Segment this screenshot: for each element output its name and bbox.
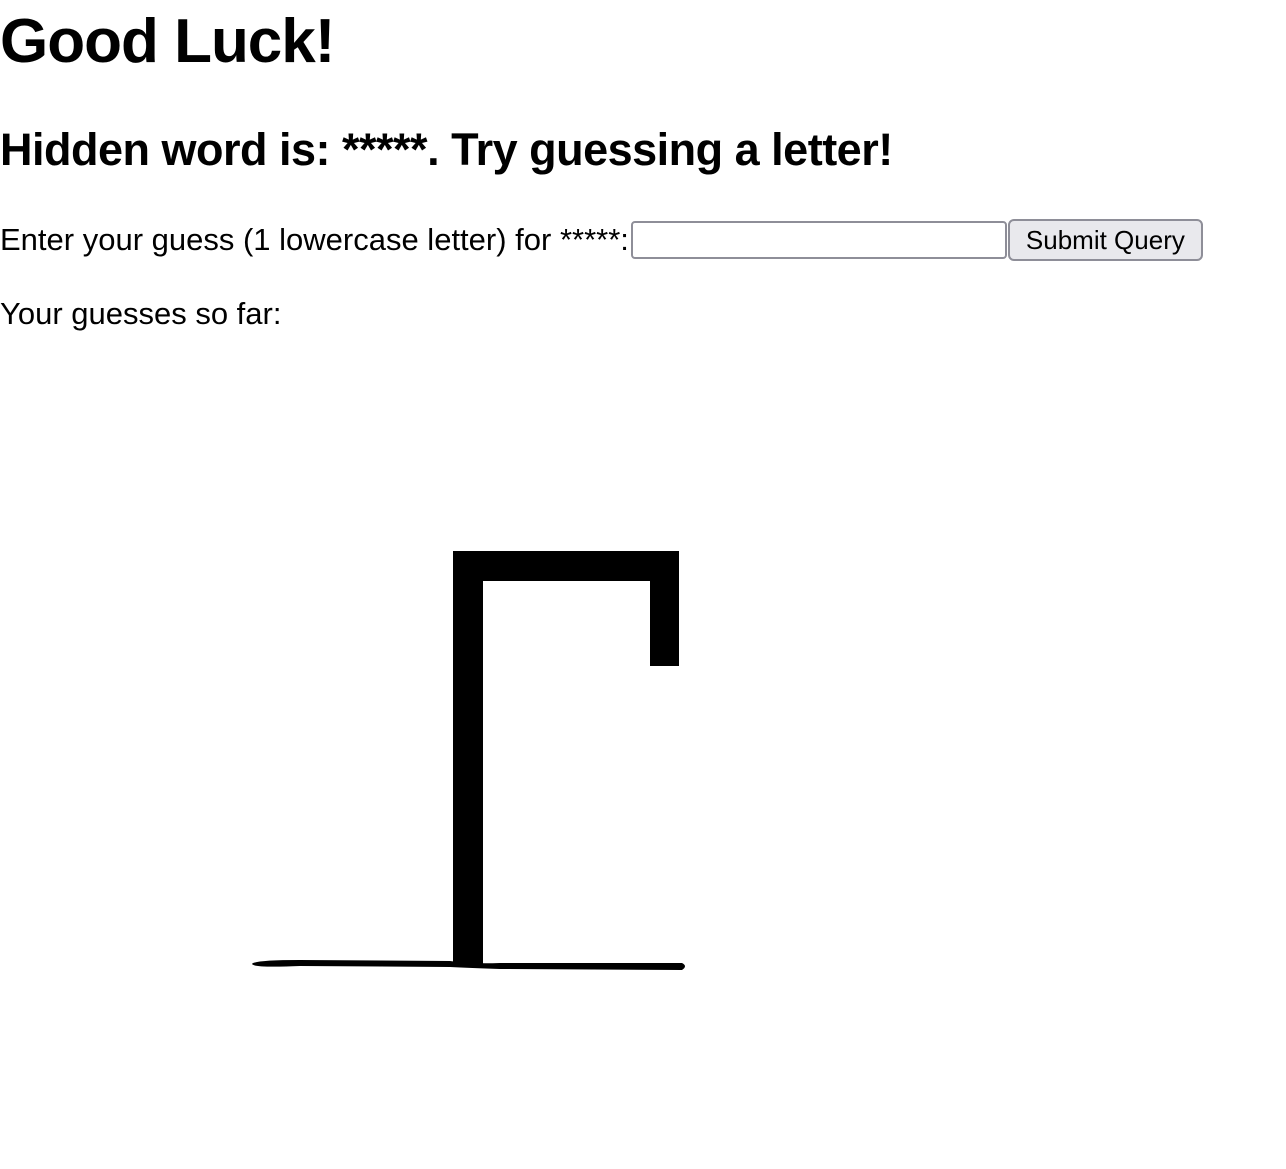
guess-label: Enter your guess (1 lowercase letter) fo… [0, 222, 629, 257]
hangman-gallows-image [252, 551, 685, 970]
gallows-rope [650, 551, 679, 666]
guess-form: Enter your guess (1 lowercase letter) fo… [0, 218, 1203, 262]
hidden-word-status: Hidden word is: *****. Try guessing a le… [0, 124, 893, 175]
guesses-so-far-label: Your guesses so far: [0, 296, 282, 331]
guess-input[interactable] [630, 221, 1007, 259]
gallows-beam [453, 551, 679, 581]
page-title: Good Luck! [0, 7, 335, 76]
submit-button[interactable]: Submit Query [1007, 219, 1203, 261]
gallows-post [453, 551, 483, 964]
